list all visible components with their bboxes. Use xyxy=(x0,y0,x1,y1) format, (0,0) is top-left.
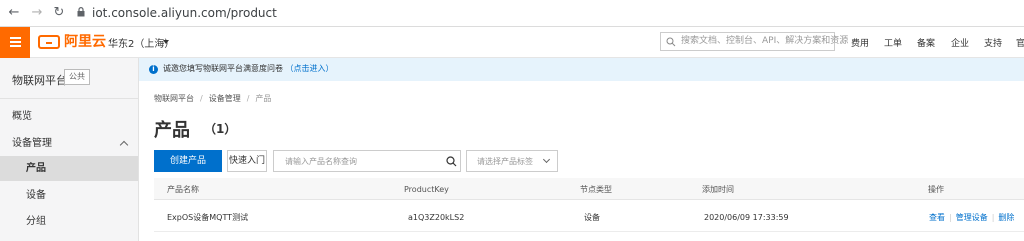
sidebar-item-group[interactable]: 分组 xyxy=(0,209,138,234)
view-link[interactable]: 查看 xyxy=(929,213,945,222)
info-icon: i xyxy=(149,65,158,74)
table-row: ExpOS设备MQTT测试 a1Q3Z20kLS2 设备 2020/06/09 … xyxy=(154,200,1024,232)
search-icon[interactable] xyxy=(446,156,457,167)
product-count: （1） xyxy=(204,122,237,136)
browser-toolbar: ← → ↻ iot.console.aliyun.com/product xyxy=(0,0,1024,27)
nav-official[interactable]: 官 xyxy=(1016,36,1024,49)
brand-name: 阿里云 xyxy=(64,34,106,50)
sidebar-item-overview[interactable]: 概览 xyxy=(0,104,138,129)
node-type-cell: 设备 xyxy=(584,213,600,222)
delete-link[interactable]: 删除 xyxy=(998,213,1014,222)
nav-support[interactable]: 支持 xyxy=(984,36,1002,49)
sidebar-title: 物联网平台 xyxy=(12,74,67,87)
sidebar-item-device[interactable]: 设备 xyxy=(0,183,138,208)
nav-icp[interactable]: 备案 xyxy=(917,36,935,49)
notice-message: 诚邀您填写物联网平台满意度问卷 xyxy=(163,64,283,73)
product-search-input[interactable]: 请输入产品名称查询 xyxy=(273,150,461,172)
lock-icon xyxy=(77,7,85,17)
product-key-cell: a1Q3Z20kLS2 xyxy=(408,213,465,222)
page-title: 产品 xyxy=(154,120,190,141)
created-time-cell: 2020/06/09 17:33:59 xyxy=(704,213,789,222)
breadcrumb: 物联网平台 / 设备管理 / 产品 xyxy=(154,94,272,103)
actions-cell: 查看 | 管理设备 | 删除 xyxy=(929,213,1015,222)
survey-notice: i 诚邀您填写物联网平台满意度问卷 （点击进入） xyxy=(139,58,1024,81)
column-node-type: 节点类型 xyxy=(580,185,612,194)
logo-mark xyxy=(38,35,60,49)
nav-enterprise[interactable]: 企业 xyxy=(951,36,969,49)
column-product-key: ProductKey xyxy=(404,185,449,194)
breadcrumb-product: 产品 xyxy=(255,94,272,103)
table-header: 产品名称 ProductKey 节点类型 添加时间 操作 xyxy=(154,178,1024,200)
arrow-left-icon[interactable]: ← xyxy=(6,5,22,21)
search-placeholder: 搜索文档、控制台、API、解决方案和资源 xyxy=(681,36,849,46)
column-created-time: 添加时间 xyxy=(702,185,734,194)
sidebar: 物联网平台 公共 概览 设备管理 产品 设备 分组 xyxy=(0,58,139,241)
menu-icon[interactable] xyxy=(0,27,30,58)
column-product-name: 产品名称 xyxy=(167,185,199,194)
product-name-cell: ExpOS设备MQTT测试 xyxy=(167,213,249,222)
column-actions: 操作 xyxy=(928,185,944,194)
chevron-down-icon xyxy=(542,155,551,164)
breadcrumb-device-management[interactable]: 设备管理 xyxy=(209,94,241,103)
tag-select-placeholder: 请选择产品标签 xyxy=(477,157,533,166)
nav-ticket[interactable]: 工单 xyxy=(884,36,902,49)
manage-devices-link[interactable]: 管理设备 xyxy=(956,213,988,222)
search-icon xyxy=(666,37,676,47)
notice-text: 诚邀您填写物联网平台满意度问卷 （点击进入） xyxy=(163,63,334,75)
sidebar-item-device-management[interactable]: 设备管理 xyxy=(0,131,138,156)
quick-start-button[interactable]: 快速入门 xyxy=(227,150,267,172)
sidebar-item-product[interactable]: 产品 xyxy=(0,156,138,181)
chevron-down-icon[interactable] xyxy=(163,40,169,44)
product-tag-select[interactable]: 请选择产品标签 xyxy=(466,150,558,172)
instance-badge[interactable]: 公共 xyxy=(64,69,90,85)
product-search-placeholder: 请输入产品名称查询 xyxy=(285,157,357,166)
arrow-right-icon[interactable]: → xyxy=(29,5,45,21)
console-header: 阿里云 华东2（上海） 搜索文档、控制台、API、解决方案和资源 费用 工单 备… xyxy=(0,27,1024,58)
create-product-button[interactable]: 创建产品 xyxy=(154,150,222,172)
reload-icon[interactable]: ↻ xyxy=(51,5,67,21)
breadcrumb-iot-platform[interactable]: 物联网平台 xyxy=(154,94,194,103)
nav-billing[interactable]: 费用 xyxy=(851,36,869,49)
global-search-input[interactable]: 搜索文档、控制台、API、解决方案和资源 xyxy=(660,32,848,51)
address-bar[interactable]: iot.console.aliyun.com/product xyxy=(92,5,277,21)
divider xyxy=(0,98,139,99)
notice-link[interactable]: （点击进入） xyxy=(286,64,334,73)
